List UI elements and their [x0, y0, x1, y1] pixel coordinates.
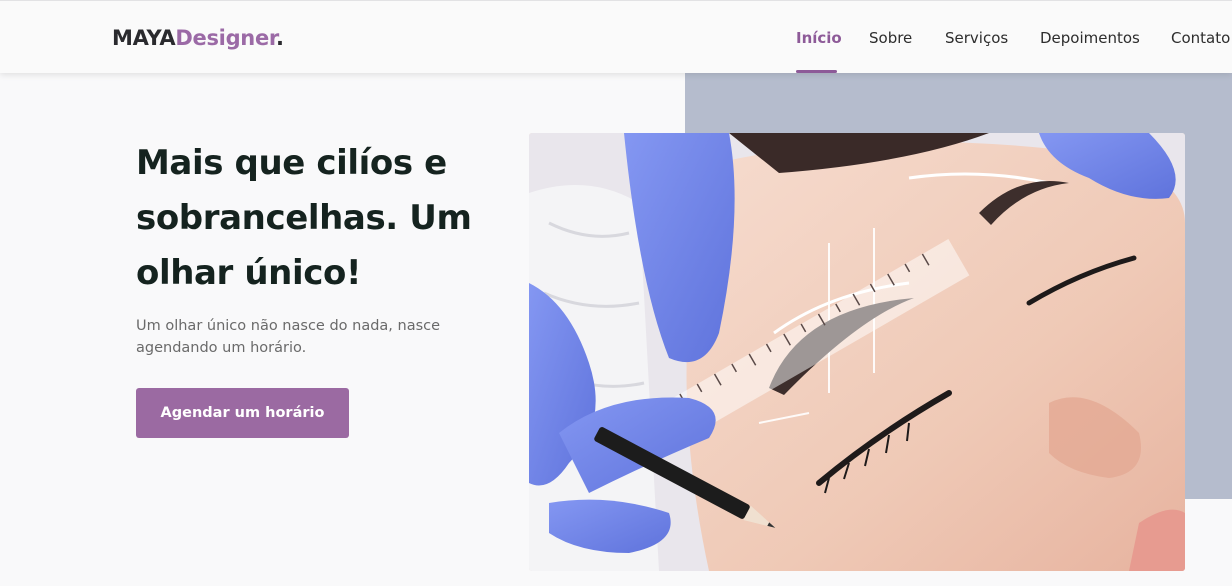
site-header: MAYADesigner. Início Sobre Serviços Depo…	[0, 0, 1232, 73]
hero-image-illustration	[529, 133, 1185, 571]
hero-title: Mais que cilíos e sobrancelhas. Um olhar…	[136, 143, 472, 293]
nav-item-servicos[interactable]: Serviços	[945, 29, 1008, 47]
main-nav: Início Sobre Serviços Depoimentos Contat…	[0, 1, 1232, 74]
nav-item-depoimentos[interactable]: Depoimentos	[1040, 29, 1140, 47]
hero-image	[529, 133, 1185, 571]
nav-item-sobre[interactable]: Sobre	[869, 29, 912, 47]
nav-item-inicio[interactable]: Início	[796, 29, 842, 47]
nav-active-indicator	[796, 70, 837, 73]
schedule-button[interactable]: Agendar um horário	[136, 388, 349, 438]
nav-item-contato[interactable]: Contato	[1171, 29, 1230, 47]
hero-subtitle: Um olhar único não nasce do nada, nasce …	[136, 318, 441, 356]
